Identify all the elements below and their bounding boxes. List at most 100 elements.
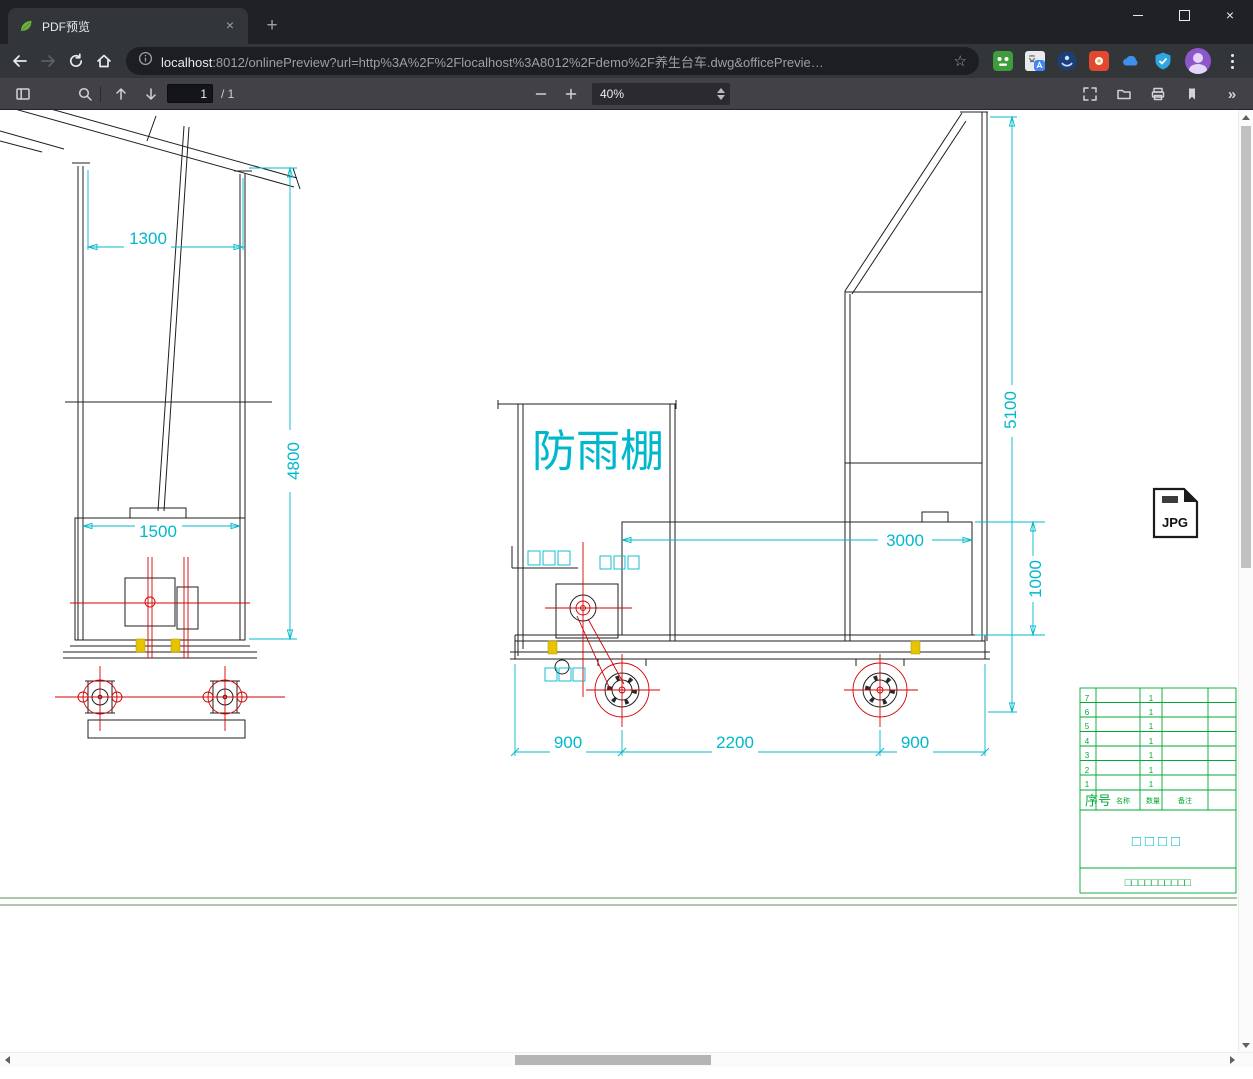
bookmark-button[interactable] [1179, 82, 1205, 106]
page-number-input[interactable] [167, 84, 213, 103]
previous-page-button[interactable] [108, 82, 134, 106]
zoom-out-icon [535, 93, 547, 95]
shelter-label: 防雨棚 [532, 427, 664, 476]
t-row-no: 7 [1085, 694, 1090, 703]
browser-tab[interactable]: PDF预览 × [8, 8, 248, 44]
t-row-no: 5 [1085, 722, 1090, 731]
dim-bottom-right: 900 [901, 733, 929, 752]
open-file-button[interactable] [1111, 82, 1137, 106]
find-button[interactable] [72, 82, 98, 106]
zoom-select-arrows-icon [717, 88, 725, 100]
dim-body-height: 1000 [1026, 560, 1045, 598]
dim-right-height: 5100 [1001, 391, 1020, 429]
t-header-no: 序号 [1085, 793, 1111, 808]
page-up-icon [116, 88, 126, 100]
extension-icon-shield[interactable] [1153, 51, 1173, 71]
horizontal-scrollbar-thumb[interactable] [515, 1055, 711, 1065]
back-icon [13, 55, 27, 67]
sidebar-toggle-button[interactable] [10, 82, 36, 106]
home-button[interactable] [90, 47, 118, 75]
pdf-page-content: 1300 4800 1500 防雨棚 5100 3000 1000 900 22… [0, 110, 1253, 1079]
window-maximize-button[interactable] [1161, 0, 1207, 30]
extension-icon-translate[interactable] [1025, 51, 1045, 71]
url-host: localhost [161, 54, 213, 70]
vertical-scrollbar[interactable] [1238, 110, 1253, 1052]
jpg-label: JPG [1162, 515, 1188, 530]
print-button[interactable] [1145, 82, 1171, 106]
t-row-no: 3 [1085, 751, 1090, 760]
menu-dot [1230, 59, 1234, 63]
browser-navbar: localhost:8012/onlinePreview?url=http%3A… [0, 44, 1253, 78]
new-tab-button[interactable]: + [258, 12, 286, 40]
extension-icon-cloud[interactable] [1121, 51, 1141, 71]
t-row-no: 1 [1085, 780, 1090, 789]
sidebar-toggle-icon [16, 88, 30, 100]
forward-button[interactable] [34, 47, 62, 75]
zoom-select[interactable]: 40% [592, 83, 730, 105]
open-file-icon [1117, 89, 1131, 100]
scroll-up-arrow[interactable] [1239, 110, 1253, 124]
url-text: localhost:8012/onlinePreview?url=http%3A… [161, 52, 946, 71]
t-header-name: 名称 [1116, 796, 1130, 805]
window-close-button[interactable]: × [1207, 0, 1253, 30]
zoom-value: 40% [600, 87, 625, 101]
t-row-qty: 1 [1149, 751, 1154, 760]
dim-bottom-left: 900 [554, 733, 582, 752]
menu-dot [1230, 53, 1234, 57]
print-icon [1151, 87, 1165, 101]
reload-button[interactable] [62, 47, 90, 75]
reload-icon [70, 53, 83, 67]
t-row-qty: 1 [1149, 780, 1154, 789]
minimize-icon [1133, 14, 1143, 16]
zoom-out-button[interactable] [528, 82, 554, 106]
dim-left-width: 1300 [129, 229, 167, 248]
extension-icon-navy-circle[interactable] [1057, 51, 1077, 71]
scroll-right-arrow[interactable] [1225, 1053, 1239, 1067]
dim-body-width: 3000 [886, 531, 924, 550]
zoom-in-button[interactable] [558, 82, 584, 106]
avatar-head [1193, 53, 1203, 63]
zoom-in-icon [565, 88, 577, 100]
tab-close-icon[interactable]: × [222, 18, 238, 34]
back-button[interactable] [6, 47, 34, 75]
t-row-qty: 1 [1149, 766, 1154, 775]
url-omnibox[interactable]: localhost:8012/onlinePreview?url=http%3A… [126, 47, 979, 75]
bookmark-star-icon[interactable]: ☆ [954, 52, 967, 70]
t-row-no: 6 [1085, 708, 1090, 717]
t-header-note: 备注 [1178, 796, 1192, 805]
t-row-no: 2 [1085, 766, 1090, 775]
t-row-qty: 1 [1149, 694, 1154, 703]
toolbar-separator [100, 86, 101, 102]
drawing-title-text: □□□□ [1132, 833, 1184, 850]
extension-icon-green-monkey[interactable] [993, 51, 1013, 71]
tab-favicon-leaf-icon [21, 20, 32, 32]
next-page-button[interactable] [138, 82, 164, 106]
horizontal-scrollbar[interactable] [0, 1052, 1253, 1067]
cad-left-view: 1300 4800 1500 [0, 110, 303, 739]
presentation-mode-button[interactable] [1077, 82, 1103, 106]
maximize-icon [1178, 9, 1190, 21]
profile-avatar[interactable] [1185, 48, 1211, 74]
t-row-qty: 1 [1149, 722, 1154, 731]
browser-menu-button[interactable] [1223, 47, 1241, 75]
site-info-icon[interactable] [138, 51, 153, 71]
more-tools-button[interactable]: » [1219, 82, 1245, 106]
t-header-qty: 数量 [1146, 796, 1160, 805]
home-icon [97, 54, 111, 68]
extension-icon-red-square[interactable] [1089, 51, 1109, 71]
sheet-border-lines [0, 897, 1237, 906]
t-row-no: 4 [1085, 737, 1090, 746]
cad-drawing: 1300 4800 1500 防雨棚 5100 3000 1000 900 22… [0, 110, 1237, 906]
t-row-qty: 1 [1149, 708, 1154, 717]
window-minimize-button[interactable] [1115, 0, 1161, 30]
fullscreen-icon [1083, 87, 1097, 101]
scroll-left-arrow[interactable] [0, 1053, 14, 1067]
vertical-scrollbar-thumb[interactable] [1241, 126, 1251, 568]
url-rest: :8012/onlinePreview?url=http%3A%2F%2Floc… [212, 54, 824, 70]
avatar-body [1189, 64, 1207, 74]
scroll-down-arrow[interactable] [1239, 1038, 1253, 1052]
forward-icon [41, 55, 55, 67]
t-row-qty: 1 [1149, 737, 1154, 746]
dim-left-height: 4800 [284, 442, 303, 480]
search-icon [78, 87, 92, 101]
